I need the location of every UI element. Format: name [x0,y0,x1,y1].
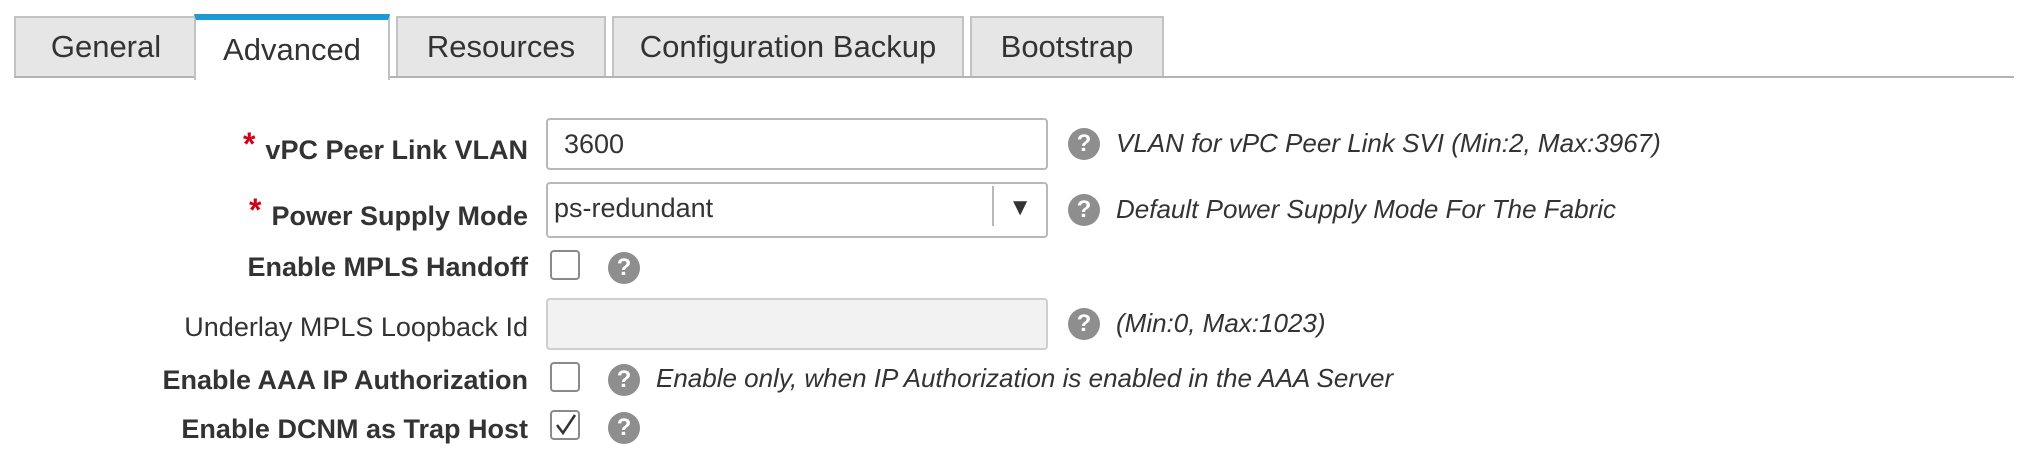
vpc-peer-link-vlan-hint: VLAN for vPC Peer Link SVI (Min:2, Max:3… [1116,128,1661,158]
vpc-peer-link-vlan-input[interactable]: 3600 [546,118,1048,170]
enable-mpls-handoff-label: Enable MPLS Handoff [247,252,528,282]
help-icon[interactable]: ? [1068,308,1100,340]
underlay-mpls-loopback-id-input [546,298,1048,350]
enable-aaa-ip-authorization-hint: Enable only, when IP Authorization is en… [656,363,1394,393]
vpc-peer-link-vlan-label-text: vPC Peer Link VLAN [265,135,528,165]
enable-aaa-ip-authorization-checkbox[interactable] [550,362,580,392]
enable-dcnm-trap-host-checkbox[interactable] [550,410,580,440]
select-divider [992,186,994,226]
help-icon[interactable]: ? [608,252,640,284]
vpc-peer-link-vlan-label: * vPC Peer Link VLAN [243,126,528,167]
enable-mpls-handoff-checkbox[interactable] [550,250,580,280]
power-supply-mode-select[interactable]: ps-redundant ▼ [546,182,1048,238]
help-icon[interactable]: ? [1068,194,1100,226]
enable-aaa-ip-authorization-label: Enable AAA IP Authorization [162,365,528,395]
tab-general[interactable]: General [14,16,198,76]
underlay-mpls-loopback-id-hint: (Min:0, Max:1023) [1116,308,1326,338]
required-marker: * [249,192,262,228]
tab-bootstrap[interactable]: Bootstrap [970,16,1164,76]
enable-dcnm-trap-host-label: Enable DCNM as Trap Host [181,414,528,444]
checkmark-icon [556,414,577,436]
required-marker: * [242,126,256,162]
power-supply-mode-hint: Default Power Supply Mode For The Fabric [1116,194,1616,224]
underlay-mpls-loopback-id-label: Underlay MPLS Loopback Id [184,312,528,342]
tab-advanced[interactable]: Advanced [194,14,390,80]
help-icon[interactable]: ? [1068,128,1100,160]
dropdown-arrow-icon[interactable]: ▼ [1008,184,1032,232]
help-icon[interactable]: ? [608,412,640,444]
power-supply-mode-label-text: Power Supply Mode [271,201,528,231]
power-supply-mode-label: * Power Supply Mode [249,192,528,233]
help-icon[interactable]: ? [608,364,640,396]
tab-resources[interactable]: Resources [396,16,606,76]
power-supply-mode-value: ps-redundant [554,193,714,223]
tab-configuration-backup[interactable]: Configuration Backup [612,16,964,76]
